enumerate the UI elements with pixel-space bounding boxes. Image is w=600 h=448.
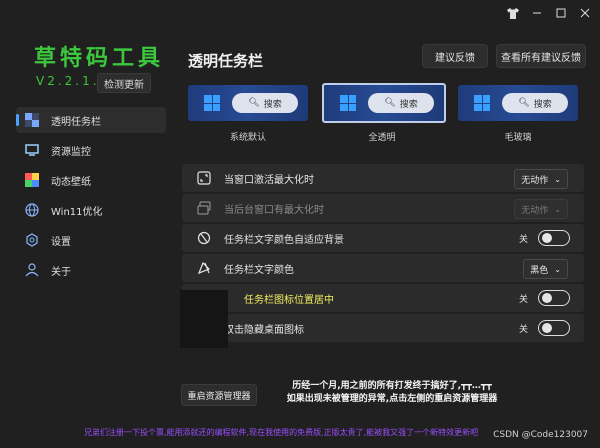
setting-label: 当后台窗口有最大化时 bbox=[224, 204, 324, 216]
adaptive-color-toggle-wrap: 关 bbox=[519, 230, 570, 246]
maximize-window-icon bbox=[196, 170, 212, 186]
notice-text: 历经一个月,用之前的所有打发终于搞好了,┳┳…┳┳ 如果出现未被管理的异常,点击… bbox=[272, 380, 512, 406]
setting-row-adaptive-color: 任务栏文字颜色自适应背景 关 bbox=[182, 224, 584, 252]
hide-desktop-icons-toggle[interactable] bbox=[538, 320, 570, 336]
setting-label: 双击隐藏桌面图标 bbox=[224, 324, 304, 336]
hide-desktop-icons-toggle-wrap: 关 bbox=[519, 320, 570, 336]
sidebar-item-label: 动态壁纸 bbox=[51, 176, 91, 188]
sidebar-item-label: 设置 bbox=[51, 236, 71, 248]
sidebar-item-label: Win11优化 bbox=[51, 206, 103, 218]
sidebar-item-label: 透明任务栏 bbox=[51, 116, 101, 128]
user-icon bbox=[24, 262, 40, 278]
preview-label-acrylic: 毛玻璃 bbox=[504, 133, 532, 143]
setting-label: 任务栏文字颜色自适应背景 bbox=[224, 234, 344, 246]
notice-line-2: 如果出现未被管理的异常,点击左侧的重启资源管理器 bbox=[286, 394, 498, 404]
settings-list: 当窗口激活最大化时 无动作 ⌄ 当后台窗口有最大化时 无动作 ⌄ 任务栏文字颜色自适… bbox=[182, 164, 584, 344]
main-panel: 透明任务栏 建议反馈 查看所有建议反馈 🔍︎ 搜索 🔍︎ 搜索 🔍︎ 搜索 系统默认 … bbox=[172, 0, 600, 448]
toggle-state-label: 关 bbox=[518, 234, 528, 245]
search-pill: 🔍︎ 搜索 bbox=[232, 93, 298, 113]
toggle-knob bbox=[542, 293, 552, 303]
wallpaper-icon bbox=[24, 172, 40, 188]
watermark: CSDN @Code123007 bbox=[487, 430, 588, 440]
sidebar-item-label: 关于 bbox=[51, 266, 71, 278]
preview-label-default: 系统默认 bbox=[229, 133, 266, 143]
windows-logo-icon bbox=[340, 95, 356, 111]
page-title: 透明任务栏 bbox=[188, 52, 264, 70]
taskbar-preview-acrylic[interactable]: 🔍︎ 搜索 bbox=[458, 85, 578, 121]
monitor-icon bbox=[24, 142, 40, 158]
adaptive-color-toggle[interactable] bbox=[538, 230, 570, 246]
setting-row-text-color: 任务栏文字颜色 黑色 ⌄ bbox=[182, 254, 584, 282]
chevron-down-icon: ⌄ bbox=[554, 174, 561, 184]
check-update-button[interactable]: 检测更新 bbox=[97, 73, 151, 93]
sidebar: 草特码工具 V2.2.1.0 检测更新 透明任务栏 资源监控 动态壁纸 Win1… bbox=[0, 0, 172, 448]
restart-explorer-button[interactable]: 重启资源管理器 bbox=[181, 384, 257, 406]
background-window-icon bbox=[196, 200, 212, 216]
windows-logo-icon bbox=[204, 95, 220, 111]
feedback-button[interactable]: 建议反馈 bbox=[422, 44, 488, 68]
setting-row-background-maximize: 当后台窗口有最大化时 无动作 ⌄ bbox=[182, 194, 584, 222]
center-icons-toggle[interactable] bbox=[538, 290, 570, 306]
app-window: 草特码工具 V2.2.1.0 检测更新 透明任务栏 资源监控 动态壁纸 Win1… bbox=[0, 0, 600, 448]
sidebar-item-about[interactable]: 关于 bbox=[16, 257, 166, 283]
notice-line-1: 历经一个月,用之前的所有打发终于搞好了,┳┳…┳┳ bbox=[292, 381, 492, 391]
taskbar-preview-default[interactable]: 🔍︎ 搜索 bbox=[188, 85, 308, 121]
sidebar-item-settings[interactable]: 设置 bbox=[16, 227, 166, 253]
occluding-overlay bbox=[180, 290, 228, 348]
search-pill: 🔍︎ 搜索 bbox=[502, 93, 568, 113]
checker-icon bbox=[24, 112, 40, 128]
setting-row-active-maximize: 当窗口激活最大化时 无动作 ⌄ bbox=[182, 164, 584, 192]
globe-icon bbox=[24, 202, 40, 218]
sidebar-item-win11-optimize[interactable]: Win11优化 bbox=[16, 197, 166, 223]
gear-icon bbox=[24, 232, 40, 248]
windows-logo-icon bbox=[474, 95, 490, 111]
preview-label-transparent: 全透明 bbox=[368, 133, 396, 143]
sidebar-item-transparent-taskbar[interactable]: 透明任务栏 bbox=[16, 107, 166, 133]
adaptive-color-icon bbox=[196, 230, 212, 246]
sidebar-item-label: 资源监控 bbox=[51, 146, 91, 158]
search-pill: 🔍︎ 搜索 bbox=[368, 93, 434, 113]
sidebar-item-dynamic-wallpaper[interactable]: 动态壁纸 bbox=[16, 167, 166, 193]
app-title: 草特码工具 bbox=[34, 45, 165, 71]
setting-label: 任务栏文字颜色 bbox=[224, 264, 294, 276]
text-color-icon bbox=[196, 260, 212, 276]
toggle-state-label: 关 bbox=[518, 294, 528, 305]
toggle-knob bbox=[542, 323, 552, 333]
search-icon: 🔍︎ bbox=[518, 98, 530, 108]
active-maximize-dropdown[interactable]: 无动作 ⌄ bbox=[514, 169, 568, 189]
toggle-state-label: 关 bbox=[518, 324, 528, 335]
setting-row-center-icons: 任务栏图标位置居中 关 bbox=[182, 284, 584, 312]
sidebar-nav: 透明任务栏 资源监控 动态壁纸 Win11优化 设置 关于 bbox=[16, 107, 166, 287]
search-icon: 🔍︎ bbox=[248, 98, 260, 108]
sidebar-item-resource-monitor[interactable]: 资源监控 bbox=[16, 137, 166, 163]
chevron-down-icon: ⌄ bbox=[554, 264, 561, 274]
background-maximize-dropdown[interactable]: 无动作 ⌄ bbox=[514, 199, 568, 219]
setting-row-hide-desktop-icons: 双击隐藏桌面图标 关 bbox=[182, 314, 584, 342]
search-icon: 🔍︎ bbox=[384, 98, 396, 108]
center-icons-toggle-wrap: 关 bbox=[519, 290, 570, 306]
view-all-feedback-button[interactable]: 查看所有建议反馈 bbox=[496, 44, 586, 68]
toggle-knob bbox=[542, 233, 552, 243]
text-color-dropdown[interactable]: 黑色 ⌄ bbox=[523, 259, 568, 279]
setting-label: 任务栏图标位置居中 bbox=[244, 294, 334, 306]
taskbar-preview-transparent[interactable]: 🔍︎ 搜索 bbox=[322, 83, 446, 123]
setting-label: 当窗口激活最大化时 bbox=[224, 174, 314, 186]
chevron-down-icon: ⌄ bbox=[554, 204, 561, 214]
